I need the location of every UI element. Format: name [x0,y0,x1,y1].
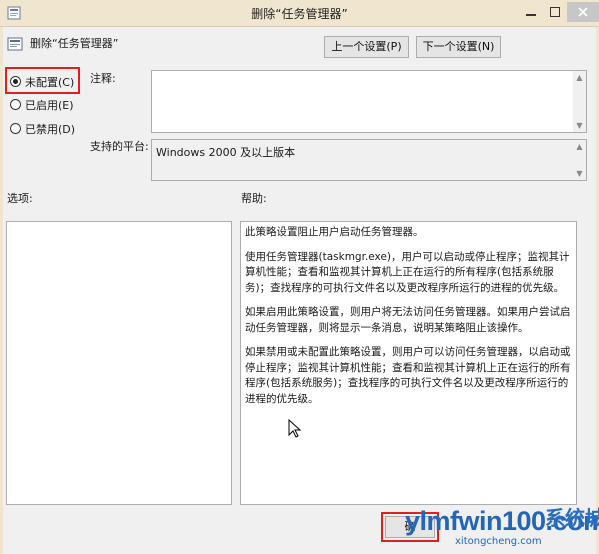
watermark: ylmfwin100.com 系统城 xitongcheng.com [395,496,599,554]
comment-scrollbar[interactable]: ▲ ▼ [573,71,586,132]
policy-name: 删除“任务管理器” [30,37,119,50]
options-label: 选项: [7,192,33,205]
minimize-icon [526,14,536,16]
help-paragraph: 如果启用此策略设置，则用户将无法访问任务管理器。如果用户尝试启动任务管理器，则将… [245,306,571,334]
options-panel [6,221,232,505]
comment-textarea[interactable]: ▲ ▼ [151,70,587,133]
platform-scrollbar[interactable]: ▲ ▼ [573,140,586,180]
help-paragraph: 此策略设置阻止用户启动任务管理器。 [245,226,424,238]
window-title: 删除“任务管理器” [251,7,348,21]
radio-label: 未配置(C) [25,76,75,89]
help-paragraph: 如果禁用或未配置此策略设置，则用户可以访问任务管理器，以启动或停止程序；监视其计… [245,346,571,405]
radio-indicator [10,123,21,134]
next-setting-button[interactable]: 下一个设置(N) [416,36,501,58]
radio-label: 已启用(E) [25,99,74,112]
platform-field: Windows 2000 及以上版本 ▲ ▼ [151,139,587,181]
radio-indicator [10,76,21,87]
previous-setting-button[interactable]: 上一个设置(P) [324,36,409,58]
scroll-up-icon[interactable]: ▲ [573,71,586,84]
scroll-down-icon[interactable]: ▼ [573,119,586,132]
radio-label: 已禁用(D) [25,123,76,136]
radio-indicator [10,99,21,110]
scroll-down-icon[interactable]: ▼ [573,167,586,180]
watermark-sub: xitongcheng.com [455,536,542,547]
scroll-up-icon[interactable]: ▲ [573,140,586,153]
maximize-button[interactable] [543,2,567,22]
platform-label: 支持的平台: [90,140,149,153]
mouse-pointer-icon [288,418,302,442]
platform-value: Windows 2000 及以上版本 [156,146,296,159]
close-button[interactable] [567,2,599,22]
policy-setting-icon [7,36,23,52]
help-label: 帮助: [241,192,267,205]
minimize-button[interactable] [519,2,543,22]
close-icon [578,7,588,17]
watermark-cn: 系统城 [545,506,599,530]
window-frame-left [0,27,3,554]
maximize-icon [550,7,560,17]
help-panel[interactable]: 此策略设置阻止用户启动任务管理器。 使用任务管理器(taskmgr.exe)，用… [240,221,577,505]
comment-label: 注释: [90,72,116,85]
help-paragraph: 使用任务管理器(taskmgr.exe)，用户可以启动或停止程序；监视其计算机性… [245,250,570,294]
